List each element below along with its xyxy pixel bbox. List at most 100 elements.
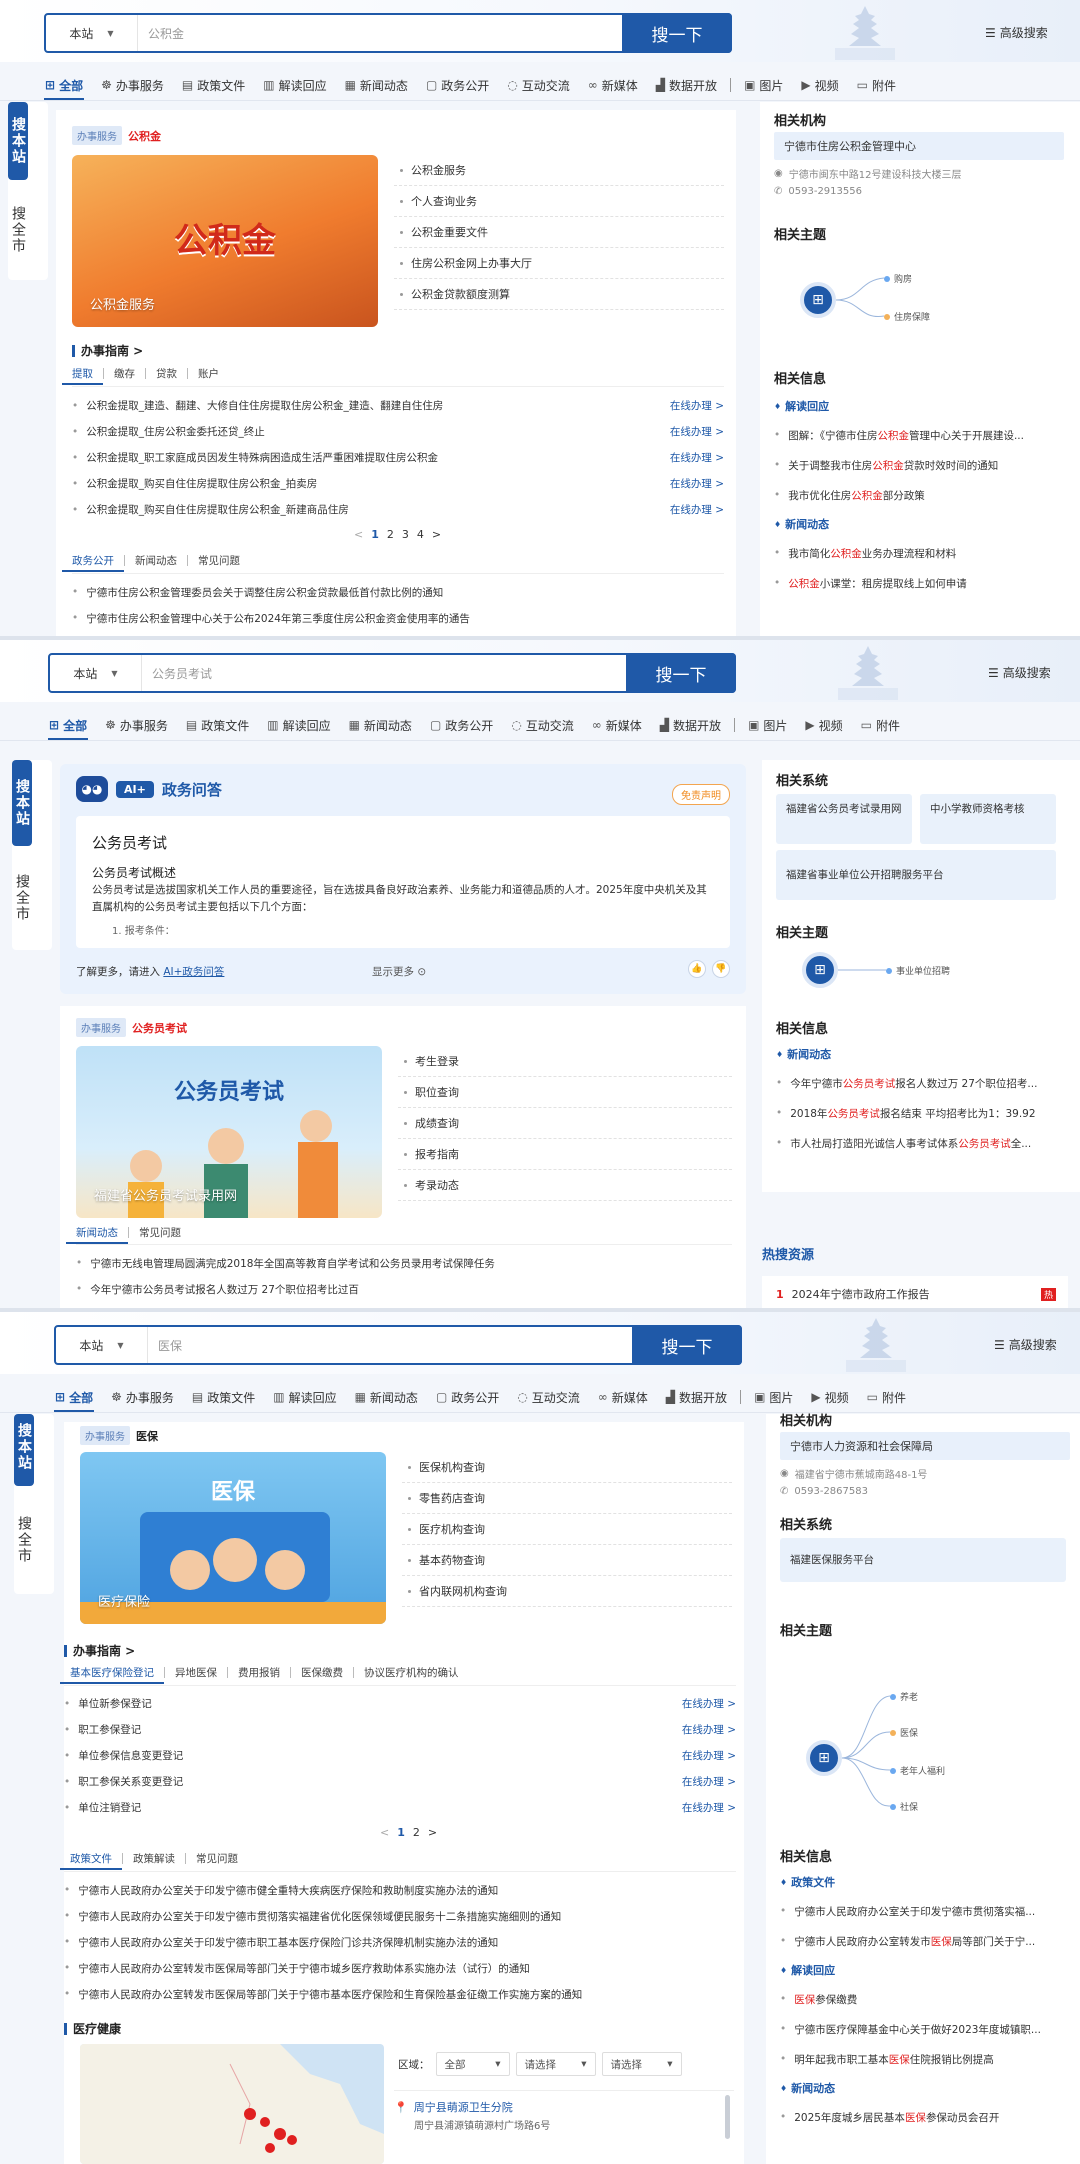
- news-link[interactable]: 宁德市人民政府办公室关于印发宁德市健全重特大疾病医疗保险和救助制度实施办法的通知: [64, 1877, 736, 1903]
- guide-tab[interactable]: 账户: [188, 363, 229, 383]
- thumbs-up-icon[interactable]: 👍: [688, 960, 706, 978]
- tab-policy[interactable]: ▤ 政策文件: [183, 1382, 264, 1412]
- online-apply-link[interactable]: 在线办理 >: [682, 1696, 736, 1711]
- result-keyword[interactable]: 公积金: [128, 128, 161, 144]
- service-link[interactable]: 医疗机构查询: [402, 1514, 732, 1545]
- thumbs-down-icon[interactable]: 👎: [712, 960, 730, 978]
- search-input[interactable]: 公积金: [138, 25, 681, 42]
- tab-data[interactable]: ▟ 数据开放: [647, 70, 726, 100]
- guide-row-title[interactable]: 公积金提取_购买自住住房提取住房公积金_新建商品住房: [72, 502, 349, 517]
- online-apply-link[interactable]: 在线办理 >: [682, 1800, 736, 1815]
- info-link[interactable]: 关于调整我市住房公积金贷款时效时间的通知: [774, 450, 1070, 480]
- tab-attachments[interactable]: ▭ 附件: [858, 1382, 915, 1412]
- guide-title[interactable]: 办事指南 >: [72, 342, 143, 359]
- topic-leaf[interactable]: 养老: [890, 1690, 918, 1703]
- guide-row-title[interactable]: 单位注销登记: [64, 1800, 141, 1815]
- guide-tab[interactable]: 缴存: [104, 363, 145, 383]
- scope-select[interactable]: 本站 ▼: [46, 15, 138, 51]
- search-this-site[interactable]: 搜本站: [12, 760, 32, 846]
- topic-leaf[interactable]: 社保: [890, 1800, 918, 1813]
- news-tab[interactable]: 政策解读: [123, 1848, 185, 1868]
- tab-attachments[interactable]: ▭ 附件: [848, 70, 905, 100]
- tab-services[interactable]: ☸ 办事服务: [102, 1382, 183, 1412]
- online-apply-link[interactable]: 在线办理 >: [670, 450, 724, 465]
- disclaimer-button[interactable]: 免责声明: [672, 784, 730, 805]
- tab-open[interactable]: ▢ 政务公开: [427, 1382, 508, 1412]
- news-tab[interactable]: 新闻动态: [66, 1222, 128, 1244]
- news-link[interactable]: 宁德市人民政府办公室转发市医保局等部门关于宁德市基本医疗保险和生育保险基金征缴工…: [64, 1981, 736, 2007]
- hot-search-item[interactable]: 1 2024年宁德市政府工作报告 热: [776, 1286, 1056, 1302]
- prev-page-icon[interactable]: <: [354, 528, 363, 541]
- service-link[interactable]: 医保机构查询: [402, 1452, 732, 1483]
- service-link[interactable]: 职位查询: [398, 1077, 732, 1108]
- next-page-icon[interactable]: >: [428, 1826, 437, 1839]
- guide-row-title[interactable]: 职工参保关系变更登记: [64, 1774, 183, 1789]
- tab-interaction[interactable]: ◌ 互动交流: [502, 710, 583, 740]
- tab-interaction[interactable]: ◌ 互动交流: [498, 70, 579, 100]
- town-select[interactable]: 请选择 ▾: [515, 2052, 596, 2076]
- system-card[interactable]: 中小学教师资格考核: [920, 794, 1056, 844]
- service-link[interactable]: 考生登录: [398, 1046, 732, 1077]
- search-whole-city[interactable]: 搜全市: [14, 1486, 34, 1594]
- hero-image[interactable]: 公务员考试 福建省公务员考试录用网: [76, 1046, 382, 1218]
- scope-select[interactable]: 本站 ▼: [50, 655, 142, 691]
- info-link[interactable]: 宁德市医疗保障基金中心关于做好2023年度城镇职...: [780, 2014, 1070, 2044]
- result-keyword[interactable]: 医保: [136, 1428, 158, 1444]
- news-tab[interactable]: 新闻动态: [125, 550, 187, 570]
- service-link[interactable]: 报考指南: [398, 1139, 732, 1170]
- online-apply-link[interactable]: 在线办理 >: [670, 476, 724, 491]
- tab-data[interactable]: ▟ 数据开放: [657, 1382, 736, 1412]
- region-select[interactable]: 全部 ▾: [435, 2052, 510, 2076]
- news-tab[interactable]: 政务公开: [62, 550, 124, 572]
- org-name[interactable]: 宁德市住房公积金管理中心: [774, 132, 1064, 160]
- search-input[interactable]: 医保: [148, 1337, 691, 1354]
- info-link[interactable]: 宁德市人民政府办公室转发市医保局等部门关于宁...: [780, 1926, 1070, 1956]
- topic-leaf[interactable]: 住房保障: [884, 310, 930, 323]
- topic-leaf[interactable]: 医保: [890, 1726, 918, 1739]
- tab-video[interactable]: ▶ 视频: [792, 70, 847, 100]
- tab-images[interactable]: ▣ 图片: [739, 710, 796, 740]
- info-link[interactable]: 今年宁德市公务员考试报名人数过万 27个职位招考...: [776, 1068, 1072, 1098]
- tab-new-media[interactable]: ∞ 新媒体: [589, 1382, 657, 1412]
- advanced-search-link[interactable]: ☰ 高级搜索: [985, 24, 1048, 41]
- info-link[interactable]: 市人社局打造阳光诚信人事考试体系 公务员考试全...: [776, 1128, 1072, 1158]
- tab-new-media[interactable]: ∞ 新媒体: [579, 70, 647, 100]
- search-input[interactable]: 公务员考试: [142, 665, 685, 682]
- guide-tab[interactable]: 基本医疗保险登记: [60, 1662, 164, 1684]
- tab-all[interactable]: ⊞ 全部: [36, 70, 92, 100]
- news-link[interactable]: 今年宁德市公务员考试报名人数过万 27个职位招考比过百: [76, 1276, 732, 1302]
- topic-leaf[interactable]: 事业单位招聘: [886, 964, 950, 977]
- service-link[interactable]: 公积金服务: [394, 155, 724, 186]
- info-link[interactable]: 我市简化公积金业务办理流程和材料: [774, 538, 1070, 568]
- tab-all[interactable]: ⊞ 全部: [46, 1382, 102, 1412]
- guide-row-title[interactable]: 公积金提取_购买自住住房提取住房公积金_拍卖房: [72, 476, 317, 491]
- topic-leaf[interactable]: 老年人福利: [890, 1764, 945, 1777]
- guide-row-title[interactable]: 公积金提取_职工家庭成员因发生特殊病困造成生活严重困难提取住房公积金: [72, 450, 438, 465]
- guide-tab[interactable]: 提取: [62, 363, 103, 385]
- tab-new-media[interactable]: ∞ 新媒体: [583, 710, 651, 740]
- service-link[interactable]: 省内联网机构查询: [402, 1576, 732, 1607]
- page-number[interactable]: 2: [413, 1826, 420, 1839]
- ai-qa-link[interactable]: AI+政务问答: [163, 966, 224, 978]
- service-link[interactable]: 考录动态: [398, 1170, 732, 1201]
- scope-select[interactable]: 本站 ▼: [56, 1327, 148, 1363]
- tab-interpret[interactable]: ▥ 解读回应: [264, 1382, 345, 1412]
- news-link[interactable]: 宁德市无线电管理局圆满完成2018年全国高等教育自学考试和公务员录用考试保障任务: [76, 1250, 732, 1276]
- tab-images[interactable]: ▣ 图片: [745, 1382, 802, 1412]
- guide-tab[interactable]: 医保缴费: [291, 1662, 353, 1682]
- info-link[interactable]: 明年起我市职工基本医保住院报销比例提高: [780, 2044, 1070, 2074]
- page-number[interactable]: 2: [387, 528, 394, 541]
- guide-tab[interactable]: 异地医保: [165, 1662, 227, 1682]
- tab-data[interactable]: ▟ 数据开放: [651, 710, 730, 740]
- tab-news[interactable]: ▦ 新闻动态: [340, 710, 421, 740]
- service-link[interactable]: 零售药店查询: [402, 1483, 732, 1514]
- news-link[interactable]: 宁德市住房公积金管理中心关于公布2024年第三季度住房公积金资金使用率的通告: [72, 605, 724, 631]
- tab-interpret[interactable]: ▥ 解读回应: [254, 70, 335, 100]
- guide-row-title[interactable]: 单位新参保登记: [64, 1696, 152, 1711]
- result-keyword[interactable]: 公务员考试: [132, 1020, 187, 1036]
- tab-images[interactable]: ▣ 图片: [735, 70, 792, 100]
- search-whole-city[interactable]: 搜全市: [12, 846, 32, 950]
- service-link[interactable]: 个人查询业务: [394, 186, 724, 217]
- info-link[interactable]: 图解：《宁德市住房公积金管理中心关于开展建设...: [774, 420, 1070, 450]
- guide-row-title[interactable]: 职工参保登记: [64, 1722, 141, 1737]
